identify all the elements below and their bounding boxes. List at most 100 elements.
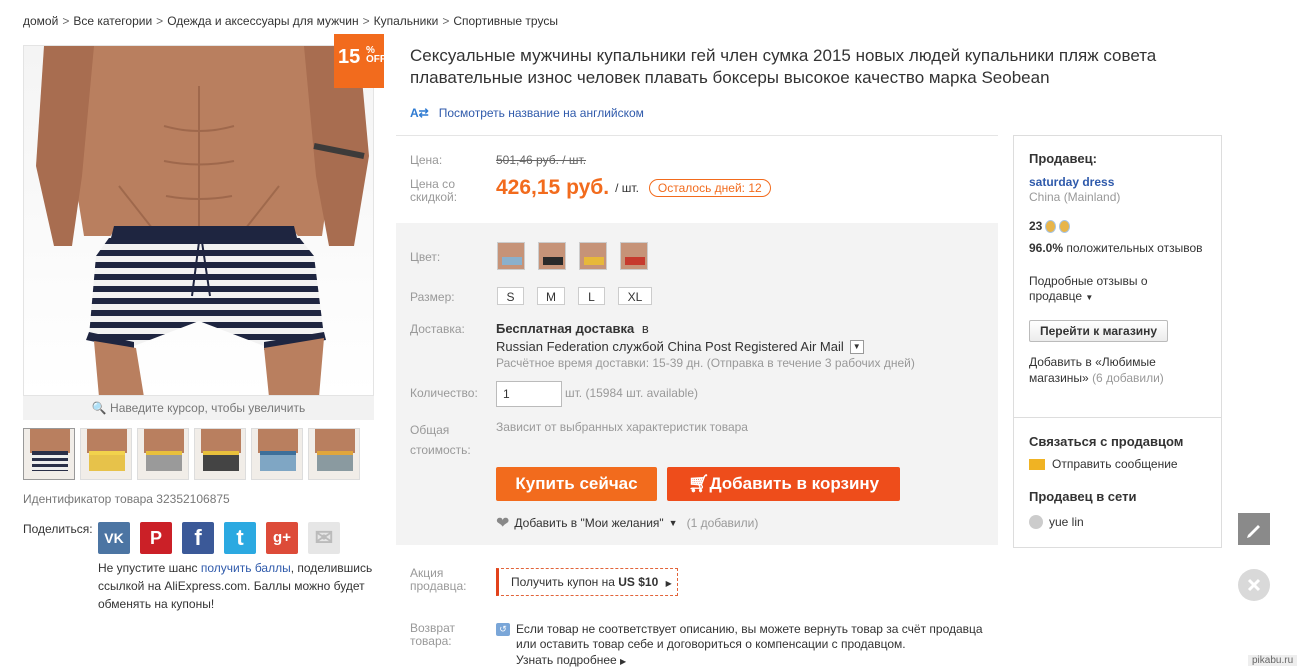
chevron-right-icon: ▶ xyxy=(620,657,627,666)
share-label: Поделиться: xyxy=(23,522,93,536)
original-price-value: 501,46 руб. / шт. xyxy=(496,153,587,167)
cart-icon: 🛒︎ xyxy=(687,474,710,493)
email-icon[interactable]: ✉ xyxy=(308,522,340,554)
product-main-image[interactable] xyxy=(23,45,374,396)
size-label: Размер: xyxy=(410,290,455,304)
get-points-link[interactable]: получить баллы xyxy=(201,561,291,575)
size-option-xl[interactable]: XL xyxy=(618,287,652,305)
envelope-icon xyxy=(1029,458,1045,470)
quantity-available: шт. (15984 шт. available) xyxy=(565,386,698,400)
breadcrumb-all-categories[interactable]: Все категории xyxy=(73,14,152,28)
color-options xyxy=(497,242,648,270)
thumbnail-strip xyxy=(23,428,360,480)
send-message[interactable]: Отправить сообщение xyxy=(1029,457,1178,471)
thumbnail-art xyxy=(144,429,184,471)
add-to-cart-button[interactable]: 🛒︎Добавить в корзину xyxy=(667,467,900,501)
online-heading: Продавец в сети xyxy=(1029,489,1137,504)
delivery-method-text: Russian Federation службой China Post Re… xyxy=(496,339,844,354)
thumbnail[interactable] xyxy=(251,428,303,480)
color-black-swatch xyxy=(543,257,563,265)
translate-icon: A⇄ xyxy=(410,106,429,120)
returns-text: Если товар не соответствует описанию, вы… xyxy=(516,622,983,651)
days-left-badge: Осталось дней: 12 xyxy=(648,179,771,197)
breadcrumb-home[interactable]: домой xyxy=(23,14,58,28)
online-user[interactable]: yue lin xyxy=(1029,515,1084,529)
share-note-text: Не упустите шанс xyxy=(98,561,201,575)
coupon-text: Получить купон на xyxy=(511,575,615,589)
quantity-input[interactable]: 1 xyxy=(496,381,562,407)
thumbnail-art xyxy=(30,429,70,471)
vk-icon[interactable]: VK xyxy=(98,522,130,554)
add-to-cart-label: Добавить в корзину xyxy=(709,474,880,493)
coupon-amount: US $10 xyxy=(618,575,659,589)
thumbnail-art xyxy=(201,429,241,471)
get-coupon-button[interactable]: Получить купон на US $10 ▶ xyxy=(496,568,678,596)
wishlist-link[interactable]: Добавить в "Мои желания" xyxy=(514,516,663,530)
returns-more[interactable]: Узнать подробнее ▶ xyxy=(516,653,626,667)
total-value: Зависит от выбранных характеристик товар… xyxy=(496,420,748,434)
color-option-black[interactable] xyxy=(538,242,566,270)
total-label: Общая стоимость: xyxy=(410,423,471,457)
discount-badge: 15 % OFF xyxy=(334,34,386,88)
free-delivery-text: Бесплатная доставка xyxy=(496,321,635,336)
breadcrumb-swimwear[interactable]: Купальники xyxy=(374,14,439,28)
close-button[interactable] xyxy=(1238,569,1270,601)
color-option-red[interactable] xyxy=(620,242,648,270)
thumbnail[interactable] xyxy=(137,428,189,480)
wishlist-count: (1 добавили) xyxy=(686,516,759,530)
size-option-s[interactable]: S xyxy=(497,287,524,305)
facebook-icon[interactable]: f xyxy=(182,522,214,554)
seller-score-value: 23 xyxy=(1029,219,1043,233)
divider xyxy=(396,135,998,136)
online-user-name[interactable]: yue lin xyxy=(1049,515,1084,529)
googleplus-icon[interactable]: g+ xyxy=(266,522,298,554)
thumbnail[interactable] xyxy=(80,428,132,480)
buy-now-button[interactable]: Купить сейчас xyxy=(496,467,657,501)
twitter-icon[interactable]: t xyxy=(224,522,256,554)
add-favorite-store[interactable]: Добавить в «Любимые магазины» (6 добавил… xyxy=(1029,354,1199,386)
translate-title[interactable]: A⇄ Посмотреть название на английском xyxy=(410,106,644,120)
return-icon: ↺ xyxy=(496,623,510,636)
breadcrumb-mens-clothing[interactable]: Одежда и аксессуары для мужчин xyxy=(167,14,358,28)
learn-more-link[interactable]: Узнать подробнее xyxy=(516,653,617,667)
detailed-reviews[interactable]: Подробные отзывы о продавце ▼ xyxy=(1029,274,1189,305)
chevron-down-icon[interactable]: ▼ xyxy=(669,518,678,528)
product-illustration xyxy=(36,46,369,395)
send-message-link[interactable]: Отправить сообщение xyxy=(1052,457,1178,471)
color-option-yellow[interactable] xyxy=(579,242,607,270)
size-options: S M L XL xyxy=(497,287,652,305)
seller-name[interactable]: saturday dress xyxy=(1029,175,1114,189)
seller-positive: 96.0% положительных отзывов xyxy=(1029,241,1209,256)
medal-icon xyxy=(1059,219,1071,233)
thumbnail-art xyxy=(315,429,355,471)
thumbnail-art xyxy=(87,429,127,471)
thumbnail-art xyxy=(258,429,298,471)
breadcrumb-sport-trunks[interactable]: Спортивные трусы xyxy=(453,14,558,28)
delivery-time: Расчётное время доставки: 15-39 дн. (Отп… xyxy=(496,356,915,370)
contact-heading: Связаться с продавцом xyxy=(1029,434,1184,449)
translate-link[interactable]: Посмотреть название на английском xyxy=(439,106,644,120)
pinterest-icon[interactable]: P xyxy=(140,522,172,554)
chevron-right-icon: ▶ xyxy=(665,579,672,588)
edit-button[interactable] xyxy=(1238,513,1270,545)
watermark: pikabu.ru xyxy=(1248,655,1298,666)
size-option-m[interactable]: M xyxy=(537,287,565,305)
color-option-blue[interactable] xyxy=(497,242,525,270)
sale-price-row: 426,15 руб. / шт. Осталось дней: 12 xyxy=(496,176,771,200)
thumbnail[interactable] xyxy=(194,428,246,480)
product-title: Сексуальные мужчины купальники гей член … xyxy=(410,46,1157,87)
delivery-method[interactable]: Russian Federation службой China Post Re… xyxy=(496,339,864,354)
share-buttons: VK P f t g+ ✉ xyxy=(98,522,340,554)
color-label: Цвет: xyxy=(410,250,441,264)
zoom-hint: 🔍 Наведите курсор, чтобы увеличить xyxy=(23,396,374,420)
size-option-l[interactable]: L xyxy=(578,287,605,305)
chevron-down-icon: ▼ xyxy=(1085,293,1094,302)
price-label: Цена: xyxy=(410,153,443,167)
delivery-info: Бесплатная доставка в xyxy=(496,321,649,336)
chevron-down-icon[interactable]: ▼ xyxy=(849,339,864,354)
thumbnail[interactable] xyxy=(308,428,360,480)
thumbnail[interactable] xyxy=(23,428,75,480)
go-to-store-button[interactable]: Перейти к магазину xyxy=(1029,320,1169,342)
share-note: Не упустите шанс получить баллы, поделив… xyxy=(98,559,388,613)
wishlist-row: ❤ Добавить в "Мои желания" ▼ (1 добавили… xyxy=(496,513,758,533)
